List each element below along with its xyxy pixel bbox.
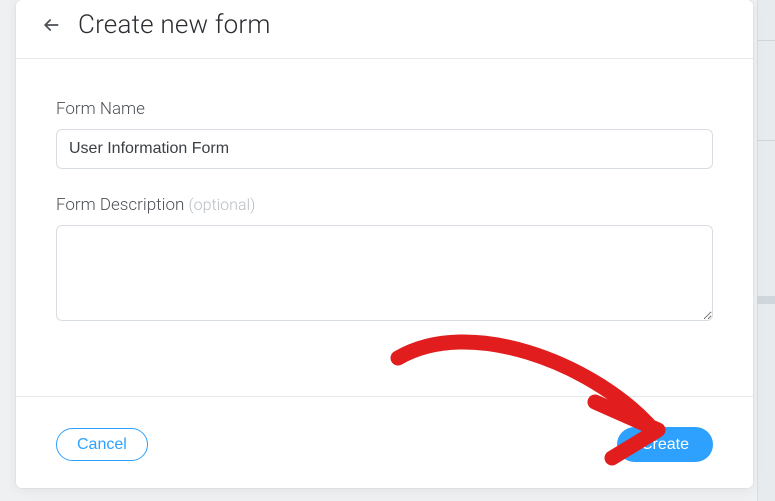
- form-description-label-text: Form Description: [56, 195, 184, 215]
- back-arrow-icon[interactable]: [38, 12, 64, 38]
- form-description-field: Form Description (optional): [56, 195, 713, 325]
- form-description-label: Form Description (optional): [56, 195, 713, 215]
- modal-title: Create new form: [78, 10, 271, 40]
- form-description-input[interactable]: [56, 225, 713, 321]
- form-name-label: Form Name: [56, 99, 713, 119]
- background-edge: [757, 0, 775, 501]
- form-description-optional: (optional): [188, 195, 255, 214]
- form-name-field: Form Name: [56, 99, 713, 169]
- cancel-button[interactable]: Cancel: [56, 428, 148, 461]
- modal-body: Form Name Form Description (optional): [16, 59, 753, 396]
- form-name-input[interactable]: [56, 129, 713, 169]
- background-edge-accent: [757, 296, 775, 304]
- create-button[interactable]: Create: [617, 427, 713, 462]
- modal-footer: Cancel Create: [16, 396, 753, 488]
- modal-header: Create new form: [16, 0, 753, 59]
- create-form-modal: Create new form Form Name Form Descripti…: [16, 0, 753, 488]
